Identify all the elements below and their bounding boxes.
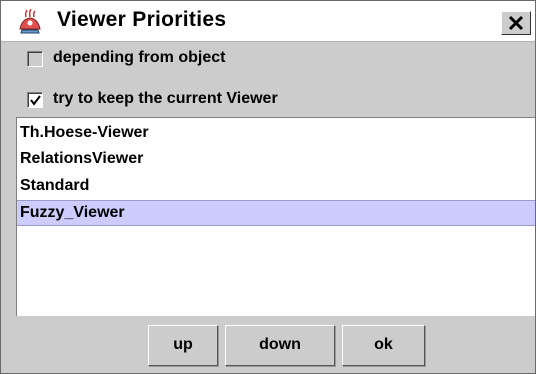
depending-from-object-checkbox[interactable]	[27, 51, 43, 67]
keep-current-viewer-checkbox[interactable]	[27, 92, 43, 108]
depending-from-object-label[interactable]: depending from object	[53, 49, 225, 67]
title-bar[interactable]: Viewer Priorities	[1, 1, 535, 42]
up-button[interactable]: up	[148, 325, 218, 366]
close-button[interactable]	[501, 11, 531, 35]
keep-current-viewer-row[interactable]: try to keep the current Viewer	[1, 83, 535, 117]
list-item-th-hoese-viewer[interactable]: Th.Hoese-Viewer	[17, 120, 535, 146]
viewer-list[interactable]: Th.Hoese-Viewer RelationsViewer Standard…	[16, 117, 535, 316]
list-item-fuzzy-viewer[interactable]: Fuzzy_Viewer	[17, 200, 535, 226]
java-duke-icon	[16, 8, 44, 35]
window-title: Viewer Priorities	[57, 8, 227, 31]
keep-current-viewer-label[interactable]: try to keep the current Viewer	[53, 90, 278, 108]
viewer-priorities-dialog: Viewer Priorities depending from object …	[0, 0, 536, 374]
list-item-standard[interactable]: Standard	[17, 173, 535, 199]
ok-button[interactable]: ok	[342, 325, 425, 366]
down-button[interactable]: down	[225, 325, 335, 366]
close-icon	[508, 15, 524, 31]
checkmark-icon	[30, 95, 41, 106]
list-item-relations-viewer[interactable]: RelationsViewer	[17, 146, 535, 172]
depending-from-object-row[interactable]: depending from object	[1, 42, 535, 76]
